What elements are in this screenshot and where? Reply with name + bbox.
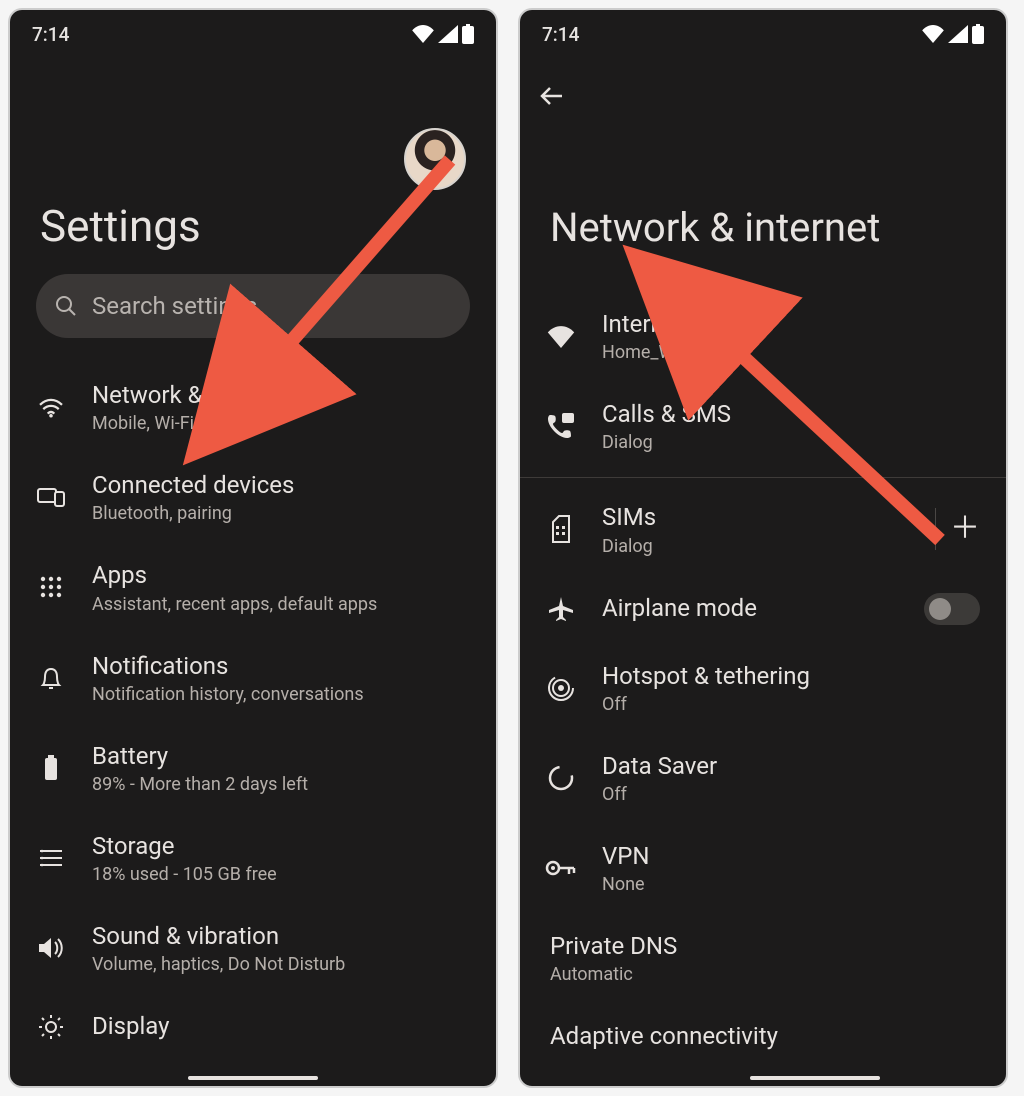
item-battery[interactable]: Battery89% - More than 2 days left [10,723,496,813]
item-title: Connected devices [92,470,470,501]
phone-sms-icon [547,413,575,439]
item-title: Battery [92,741,470,772]
phone-settings: 7:14 Settings Search settings Network & … [8,8,498,1088]
item-title: Apps [92,560,470,591]
airplane-toggle[interactable] [924,593,980,625]
item-title: SIMs [602,502,909,533]
item-sub: 89% - More than 2 days left [92,774,470,795]
sim-icon [550,515,572,543]
item-notifications[interactable]: NotificationsNotification history, conve… [10,633,496,723]
wifi-icon [412,25,434,43]
item-title: Private DNS [550,931,980,962]
item-title: Notifications [92,651,470,682]
item-sub: Volume, haptics, Do Not Disturb [92,954,470,975]
wifi-icon [922,25,944,43]
item-calls-sms[interactable]: Calls & SMSDialog [520,381,1006,471]
item-title: Sound & vibration [92,921,470,952]
status-icons [412,24,474,44]
battery-icon [462,24,474,44]
item-title: Hotspot & tethering [602,661,980,692]
status-bar: 7:14 [520,10,1006,58]
item-adaptive-connectivity[interactable]: Adaptive connectivity [520,1003,1006,1070]
data-saver-icon [548,765,574,791]
page-title: Settings [10,190,496,274]
item-sub: Off [602,694,980,715]
profile-avatar[interactable] [404,128,466,190]
item-sub: Home_Wi-Fi [602,342,980,363]
signal-icon [948,25,968,43]
item-sub: Mobile, Wi-Fi, hotspot [92,413,470,434]
item-sub: Bluetooth, pairing [92,503,470,524]
item-title: Airplane mode [602,593,898,624]
item-sub: None [602,874,980,895]
airplane-icon [548,596,574,622]
back-arrow-icon[interactable] [538,82,566,110]
item-title: VPN [602,841,980,872]
item-title: Display [92,1011,470,1042]
network-list: InternetHome_Wi-Fi Calls & SMSDialog SIM… [520,291,1006,1086]
item-sub: Dialog [602,536,909,557]
wifi-icon [546,324,576,348]
hotspot-icon [547,674,575,702]
divider-vertical [935,508,936,550]
devices-icon [37,486,65,508]
item-sound-vibration[interactable]: Sound & vibrationVolume, haptics, Do Not… [10,903,496,993]
item-title: Data Saver [602,751,980,782]
search-icon [54,294,78,318]
volume-icon [37,936,65,960]
item-title: Adaptive connectivity [550,1021,980,1052]
item-sub: Assistant, recent apps, default apps [92,594,470,615]
divider [520,477,1006,478]
item-data-saver[interactable]: Data SaverOff [520,733,1006,823]
status-bar: 7:14 [10,10,496,58]
item-airplane-mode[interactable]: Airplane mode [520,575,1006,643]
brightness-icon [38,1014,64,1040]
home-indicator[interactable] [750,1076,880,1080]
settings-list: Network & internetMobile, Wi-Fi, hotspot… [10,362,496,1086]
search-input[interactable]: Search settings [36,274,470,338]
item-sims[interactable]: SIMs Dialog ＋ [520,484,1006,574]
item-title: Internet [602,309,980,340]
item-sub: Automatic [550,964,980,985]
apps-icon [39,575,63,599]
page-title: Network & internet [520,114,1006,291]
item-apps[interactable]: Apps Assistant, recent apps, default apps [10,542,496,632]
clock-text: 7:14 [542,23,579,46]
item-trailing: ＋ [935,508,980,550]
signal-icon [438,25,458,43]
status-icons [922,24,984,44]
item-vpn[interactable]: VPNNone [520,823,1006,913]
storage-icon [38,847,64,869]
item-sub: Notification history, conversations [92,684,470,705]
item-hotspot-tethering[interactable]: Hotspot & tetheringOff [520,643,1006,733]
home-indicator[interactable] [188,1076,318,1080]
wifi-icon [37,396,65,418]
bell-icon [39,665,63,691]
item-display[interactable]: Display [10,993,496,1060]
item-sub: Off [602,784,980,805]
item-internet[interactable]: InternetHome_Wi-Fi [520,291,1006,381]
item-title: Calls & SMS [602,399,980,430]
item-storage[interactable]: Storage18% used - 105 GB free [10,813,496,903]
item-sub: Dialog [602,432,980,453]
vpn-key-icon [546,859,576,877]
item-title: Storage [92,831,470,862]
item-title: Network & internet [92,380,470,411]
search-placeholder: Search settings [92,292,257,320]
battery-icon [972,24,984,44]
item-private-dns[interactable]: Private DNSAutomatic [520,913,1006,1003]
item-sub: 18% used - 105 GB free [92,864,470,885]
phone-network: 7:14 Network & internet InternetHome_Wi-… [518,8,1008,1088]
battery-icon [43,754,59,782]
clock-text: 7:14 [32,23,69,46]
item-connected-devices[interactable]: Connected devicesBluetooth, pairing [10,452,496,542]
item-network-internet[interactable]: Network & internetMobile, Wi-Fi, hotspot [10,362,496,452]
add-sim-button[interactable]: ＋ [950,514,980,544]
